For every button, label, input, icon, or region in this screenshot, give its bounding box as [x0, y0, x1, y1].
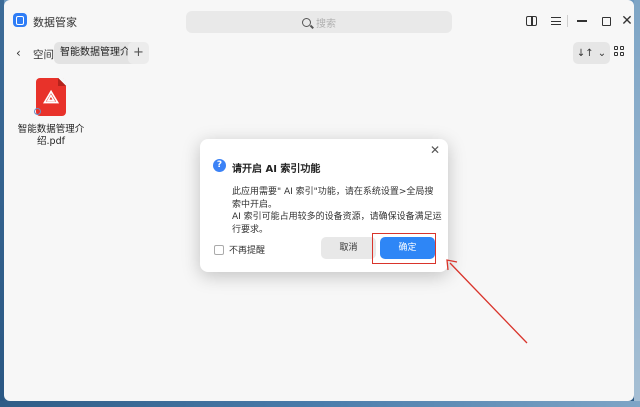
annotation-arrow — [446, 259, 528, 344]
